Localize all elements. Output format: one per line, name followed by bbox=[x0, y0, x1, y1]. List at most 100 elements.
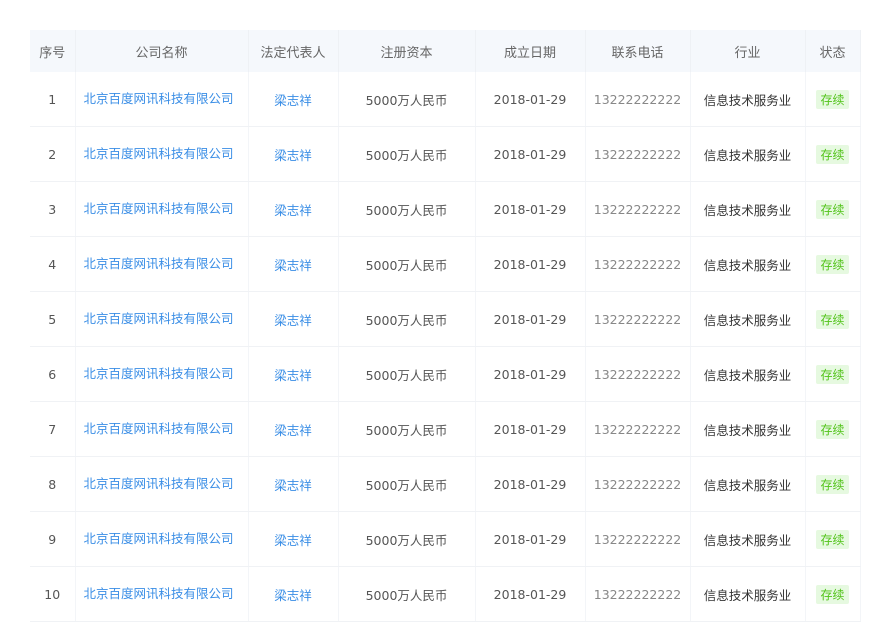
row-no: 8 bbox=[30, 456, 76, 512]
industry-cell: 信息技术服务业 bbox=[690, 181, 806, 237]
row-no: 2 bbox=[30, 126, 76, 182]
table-row: 7 北京百度网讯科技有限公司 梁志祥 5000万人民币 2018-01-29 1… bbox=[30, 401, 861, 457]
industry-cell: 信息技术服务业 bbox=[690, 456, 806, 512]
phone-cell: 13222222222 bbox=[585, 291, 691, 347]
status-cell: 存续 bbox=[805, 126, 861, 182]
capital-cell: 5000万人民币 bbox=[338, 566, 476, 622]
status-badge: 存续 bbox=[816, 419, 849, 439]
table-row: 3 北京百度网讯科技有限公司 梁志祥 5000万人民币 2018-01-29 1… bbox=[30, 181, 861, 237]
company-cell: 北京百度网讯科技有限公司 bbox=[75, 181, 249, 237]
industry-cell: 信息技术服务业 bbox=[690, 511, 806, 567]
phone-cell: 13222222222 bbox=[585, 566, 691, 622]
capital-cell: 5000万人民币 bbox=[338, 456, 476, 512]
status-badge: 存续 bbox=[816, 144, 849, 164]
status-badge: 存续 bbox=[816, 474, 849, 494]
company-table: 序号 公司名称 法定代表人 注册资本 成立日期 联系电话 行业 状态 1 北京百… bbox=[30, 30, 861, 622]
row-no: 4 bbox=[30, 236, 76, 292]
company-cell: 北京百度网讯科技有限公司 bbox=[75, 401, 249, 457]
company-link[interactable]: 北京百度网讯科技有限公司 bbox=[84, 311, 234, 326]
table-row: 9 北京百度网讯科技有限公司 梁志祥 5000万人民币 2018-01-29 1… bbox=[30, 511, 861, 567]
date-cell: 2018-01-29 bbox=[475, 456, 586, 512]
status-cell: 存续 bbox=[805, 511, 861, 567]
status-badge: 存续 bbox=[816, 529, 849, 549]
legal-rep-link[interactable]: 梁志祥 bbox=[274, 368, 312, 383]
company-link[interactable]: 北京百度网讯科技有限公司 bbox=[84, 256, 234, 271]
table-row: 5 北京百度网讯科技有限公司 梁志祥 5000万人民币 2018-01-29 1… bbox=[30, 291, 861, 347]
status-cell: 存续 bbox=[805, 566, 861, 622]
legal-rep-link[interactable]: 梁志祥 bbox=[274, 93, 312, 108]
legal-rep-cell: 梁志祥 bbox=[248, 401, 339, 457]
company-cell: 北京百度网讯科技有限公司 bbox=[75, 72, 249, 127]
company-cell: 北京百度网讯科技有限公司 bbox=[75, 456, 249, 512]
capital-cell: 5000万人民币 bbox=[338, 181, 476, 237]
header-legal-rep: 法定代表人 bbox=[248, 30, 339, 72]
status-badge: 存续 bbox=[816, 199, 849, 219]
legal-rep-cell: 梁志祥 bbox=[248, 456, 339, 512]
table-row: 4 北京百度网讯科技有限公司 梁志祥 5000万人民币 2018-01-29 1… bbox=[30, 236, 861, 292]
legal-rep-cell: 梁志祥 bbox=[248, 566, 339, 622]
industry-cell: 信息技术服务业 bbox=[690, 126, 806, 182]
status-cell: 存续 bbox=[805, 346, 861, 402]
header-phone: 联系电话 bbox=[585, 30, 691, 72]
table-row: 6 北京百度网讯科技有限公司 梁志祥 5000万人民币 2018-01-29 1… bbox=[30, 346, 861, 402]
phone-cell: 13222222222 bbox=[585, 456, 691, 512]
legal-rep-link[interactable]: 梁志祥 bbox=[274, 423, 312, 438]
capital-cell: 5000万人民币 bbox=[338, 126, 476, 182]
company-link[interactable]: 北京百度网讯科技有限公司 bbox=[84, 586, 234, 601]
company-cell: 北京百度网讯科技有限公司 bbox=[75, 346, 249, 402]
legal-rep-cell: 梁志祥 bbox=[248, 511, 339, 567]
company-link[interactable]: 北京百度网讯科技有限公司 bbox=[84, 201, 234, 216]
company-link[interactable]: 北京百度网讯科技有限公司 bbox=[84, 146, 234, 161]
row-no: 6 bbox=[30, 346, 76, 402]
company-link[interactable]: 北京百度网讯科技有限公司 bbox=[84, 366, 234, 381]
table-header: 序号 公司名称 法定代表人 注册资本 成立日期 联系电话 行业 状态 bbox=[30, 30, 861, 72]
company-cell: 北京百度网讯科技有限公司 bbox=[75, 566, 249, 622]
legal-rep-link[interactable]: 梁志祥 bbox=[274, 313, 312, 328]
legal-rep-link[interactable]: 梁志祥 bbox=[274, 203, 312, 218]
status-badge: 存续 bbox=[816, 309, 849, 329]
table-row: 8 北京百度网讯科技有限公司 梁志祥 5000万人民币 2018-01-29 1… bbox=[30, 456, 861, 512]
status-cell: 存续 bbox=[805, 456, 861, 512]
company-cell: 北京百度网讯科技有限公司 bbox=[75, 236, 249, 292]
date-cell: 2018-01-29 bbox=[475, 181, 586, 237]
company-cell: 北京百度网讯科技有限公司 bbox=[75, 126, 249, 182]
company-link[interactable]: 北京百度网讯科技有限公司 bbox=[84, 421, 234, 436]
phone-cell: 13222222222 bbox=[585, 126, 691, 182]
legal-rep-link[interactable]: 梁志祥 bbox=[274, 148, 312, 163]
date-cell: 2018-01-29 bbox=[475, 236, 586, 292]
capital-cell: 5000万人民币 bbox=[338, 511, 476, 567]
status-cell: 存续 bbox=[805, 72, 861, 127]
legal-rep-link[interactable]: 梁志祥 bbox=[274, 258, 312, 273]
capital-cell: 5000万人民币 bbox=[338, 401, 476, 457]
table-row: 1 北京百度网讯科技有限公司 梁志祥 5000万人民币 2018-01-29 1… bbox=[30, 72, 861, 127]
legal-rep-link[interactable]: 梁志祥 bbox=[274, 478, 312, 493]
phone-cell: 13222222222 bbox=[585, 181, 691, 237]
industry-cell: 信息技术服务业 bbox=[690, 566, 806, 622]
date-cell: 2018-01-29 bbox=[475, 72, 586, 127]
capital-cell: 5000万人民币 bbox=[338, 346, 476, 402]
header-no: 序号 bbox=[30, 30, 76, 72]
legal-rep-cell: 梁志祥 bbox=[248, 346, 339, 402]
phone-cell: 13222222222 bbox=[585, 511, 691, 567]
date-cell: 2018-01-29 bbox=[475, 346, 586, 402]
date-cell: 2018-01-29 bbox=[475, 291, 586, 347]
legal-rep-cell: 梁志祥 bbox=[248, 72, 339, 127]
table-row: 2 北京百度网讯科技有限公司 梁志祥 5000万人民币 2018-01-29 1… bbox=[30, 126, 861, 182]
header-capital: 注册资本 bbox=[338, 30, 476, 72]
legal-rep-link[interactable]: 梁志祥 bbox=[274, 533, 312, 548]
company-link[interactable]: 北京百度网讯科技有限公司 bbox=[84, 91, 234, 106]
header-status: 状态 bbox=[805, 30, 861, 72]
phone-cell: 13222222222 bbox=[585, 401, 691, 457]
company-link[interactable]: 北京百度网讯科技有限公司 bbox=[84, 531, 234, 546]
date-cell: 2018-01-29 bbox=[475, 126, 586, 182]
company-cell: 北京百度网讯科技有限公司 bbox=[75, 511, 249, 567]
status-cell: 存续 bbox=[805, 181, 861, 237]
phone-cell: 13222222222 bbox=[585, 346, 691, 402]
industry-cell: 信息技术服务业 bbox=[690, 401, 806, 457]
industry-cell: 信息技术服务业 bbox=[690, 291, 806, 347]
legal-rep-cell: 梁志祥 bbox=[248, 181, 339, 237]
legal-rep-link[interactable]: 梁志祥 bbox=[274, 588, 312, 603]
industry-cell: 信息技术服务业 bbox=[690, 72, 806, 127]
date-cell: 2018-01-29 bbox=[475, 511, 586, 567]
company-link[interactable]: 北京百度网讯科技有限公司 bbox=[84, 476, 234, 491]
